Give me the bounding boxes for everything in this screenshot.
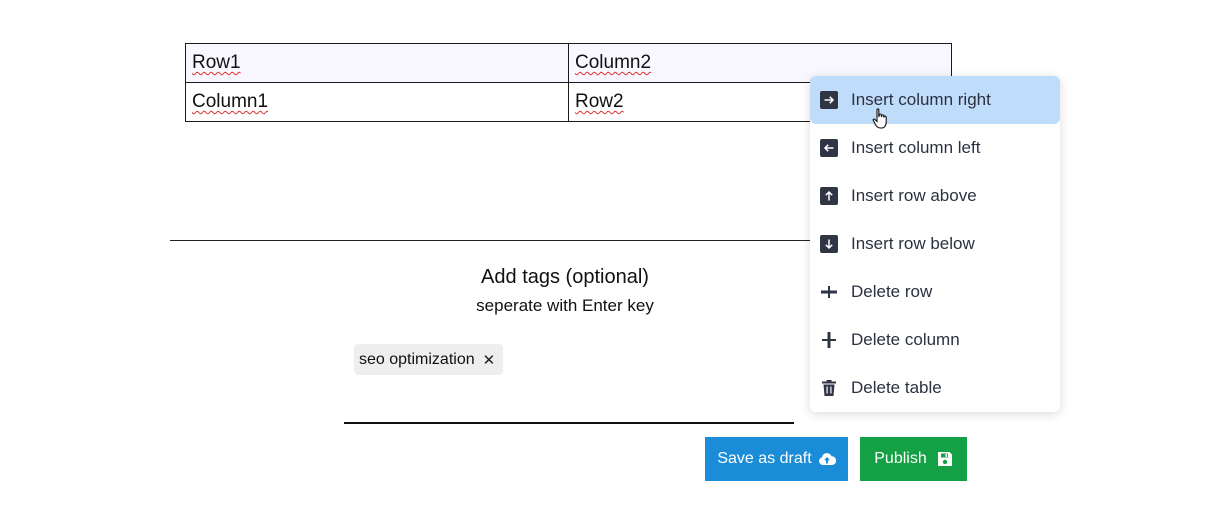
cloud-upload-icon — [818, 452, 836, 466]
menu-item-delete-column[interactable]: Delete column — [810, 316, 1060, 364]
arrow-down-icon — [820, 235, 838, 253]
arrow-right-icon — [820, 91, 838, 109]
floppy-disk-icon — [937, 451, 953, 467]
save-draft-label: Save as draft — [717, 450, 812, 467]
section-divider — [170, 240, 820, 241]
trash-icon — [820, 379, 838, 397]
menu-item-delete-row[interactable]: Delete row — [810, 268, 1060, 316]
delete-column-icon — [820, 331, 838, 349]
menu-item-insert-column-right[interactable]: Insert column right — [810, 76, 1060, 124]
tag-remove-icon[interactable]: ✕ — [483, 351, 496, 369]
delete-row-icon — [820, 283, 838, 301]
table-cell[interactable]: Column1 — [185, 82, 569, 122]
menu-item-insert-row-above[interactable]: Insert row above — [810, 172, 1060, 220]
tag-chip: seo optimization ✕ — [354, 344, 504, 375]
menu-item-label: Insert row below — [851, 234, 975, 253]
cell-text: Row2 — [575, 91, 624, 112]
menu-item-label: Delete table — [851, 378, 942, 397]
arrow-left-icon — [820, 139, 838, 157]
hand-pointer-cursor-icon — [872, 108, 890, 135]
menu-item-delete-table[interactable]: Delete table — [810, 364, 1060, 412]
table-cell[interactable]: Row1 — [185, 43, 569, 83]
cell-text: Column2 — [575, 52, 652, 73]
menu-item-insert-row-below[interactable]: Insert row below — [810, 220, 1060, 268]
arrow-up-icon — [820, 187, 838, 205]
menu-item-insert-column-left[interactable]: Insert column left — [810, 124, 1060, 172]
menu-item-label: Delete column — [851, 330, 960, 349]
menu-item-label: Insert row above — [851, 186, 977, 205]
publish-button[interactable]: Publish — [860, 437, 967, 481]
menu-item-label: Insert column right — [851, 90, 991, 109]
cell-text: Column1 — [192, 91, 269, 112]
cell-text: Row1 — [192, 52, 241, 73]
publish-label: Publish — [874, 450, 927, 467]
tag-label: seo optimization — [359, 350, 475, 368]
menu-item-label: Insert column left — [851, 138, 981, 157]
menu-item-label: Delete row — [851, 282, 933, 301]
tag-input[interactable] — [344, 422, 794, 424]
save-draft-button[interactable]: Save as draft — [705, 437, 848, 481]
table-context-menu: Insert column right Insert column left I… — [810, 76, 1060, 412]
